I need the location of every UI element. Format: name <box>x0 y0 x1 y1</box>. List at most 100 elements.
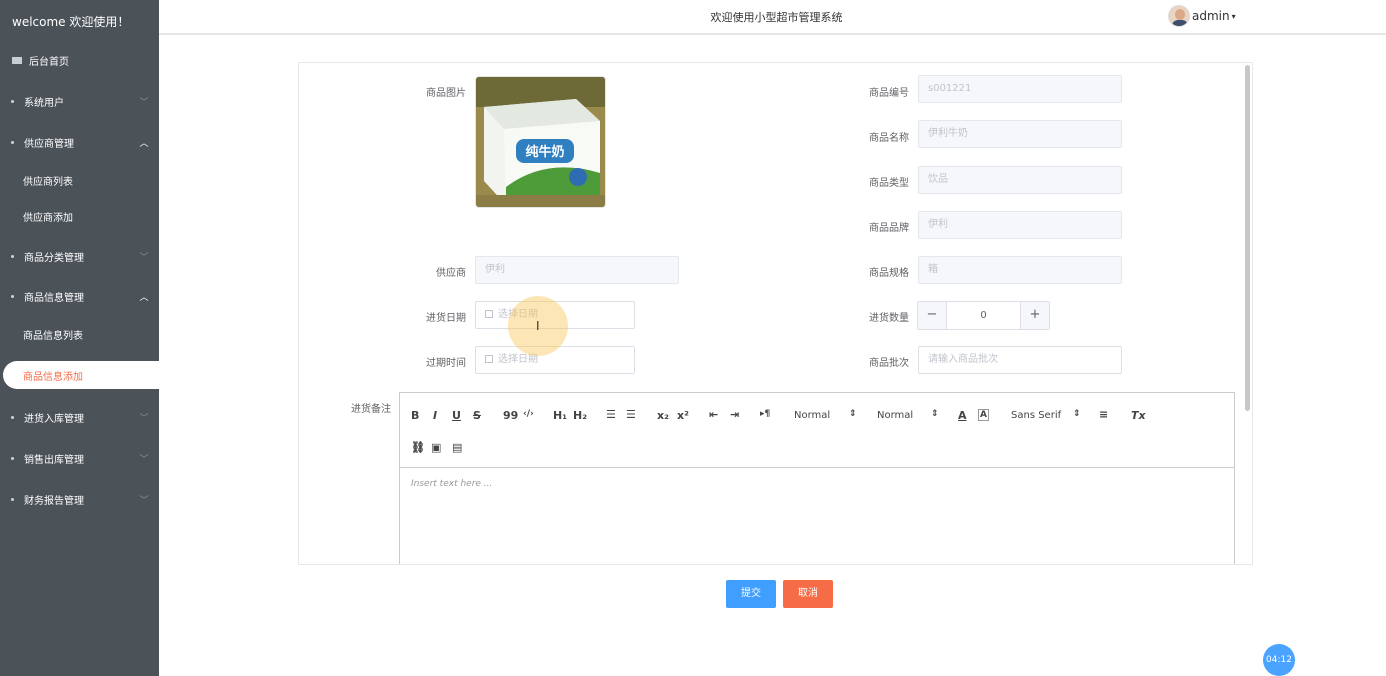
chevron-down-icon: ﹀ <box>139 454 149 465</box>
avatar <box>1168 5 1190 27</box>
spec-field[interactable]: 箱 <box>918 256 1122 284</box>
underline-button[interactable]: U <box>452 409 461 422</box>
user-menu[interactable]: admin ▾ <box>1168 5 1236 27</box>
timer-badge: 04:12 <box>1263 644 1295 676</box>
code-block-button[interactable]: ‹/› <box>523 409 534 419</box>
bullet-icon <box>11 415 14 419</box>
bullet-list-icon[interactable]: ☰ <box>626 408 636 421</box>
h2-button[interactable]: H₂ <box>573 409 587 422</box>
image-icon[interactable]: ▣ <box>431 441 441 454</box>
subscript-button[interactable]: x₂ <box>657 409 669 422</box>
bullet-icon <box>11 497 14 501</box>
size-select[interactable]: Normal <box>794 410 830 421</box>
sidebar-sub-label: 供应商列表 <box>23 176 73 188</box>
sidebar-item-label: 进货入库管理 <box>24 413 84 425</box>
sidebar-item-label: 商品分类管理 <box>24 252 84 264</box>
video-icon[interactable]: ▤ <box>452 441 462 454</box>
batch-label: 商品批次 <box>869 358 909 369</box>
sidebar-item-category-mgmt[interactable]: 商品分类管理 ﹀ <box>0 241 159 271</box>
blockquote-button[interactable]: 99 <box>503 409 518 422</box>
decrement-button[interactable]: − <box>918 302 947 329</box>
link-icon[interactable]: ⛓ <box>411 441 425 454</box>
scrollbar[interactable] <box>1245 65 1250 411</box>
quantity-stepper[interactable]: − 0 + <box>917 301 1050 330</box>
chevron-updown-icon: ⇕ <box>849 409 857 419</box>
bullet-icon <box>11 254 14 258</box>
font-select[interactable]: Sans Serif <box>1011 410 1061 421</box>
brand-title: welcome 欢迎使用！ <box>12 15 130 29</box>
expire-label: 过期时间 <box>426 358 466 369</box>
note-label: 进货备注 <box>351 404 391 415</box>
quantity-value[interactable]: 0 <box>947 302 1020 329</box>
caret-down-icon: ▾ <box>1231 11 1236 21</box>
text-cursor-icon: I <box>536 319 540 333</box>
h1-button[interactable]: H₁ <box>553 409 567 422</box>
top-header: 欢迎使用小型超市管理系统 admin ▾ <box>159 0 1386 35</box>
sidebar-item-finance[interactable]: 财务报告管理 ﹀ <box>0 484 159 514</box>
clean-format-button[interactable]: Tx <box>1131 409 1146 422</box>
type-field[interactable]: 饮品 <box>918 166 1122 194</box>
sidebar-item-label: 财务报告管理 <box>24 495 84 507</box>
sidebar-sub-product-list[interactable]: 商品信息列表 <box>0 320 159 348</box>
superscript-button[interactable]: x² <box>677 409 689 422</box>
monitor-icon <box>12 56 22 64</box>
editor-body[interactable]: Insert text here ... <box>411 479 492 489</box>
brand-field[interactable]: 伊利 <box>918 211 1122 239</box>
align-icon[interactable]: ≡ <box>1099 408 1108 421</box>
chevron-down-icon: ﹀ <box>139 252 149 263</box>
strike-button[interactable]: S <box>473 409 481 422</box>
sidebar-item-stock-in[interactable]: 进货入库管理 ﹀ <box>0 402 159 432</box>
chevron-down-icon: ﹀ <box>139 495 149 506</box>
cancel-button[interactable]: 取消 <box>783 580 833 608</box>
chevron-updown-icon: ⇕ <box>1073 409 1081 419</box>
sidebar-item-label: 供应商管理 <box>24 138 74 150</box>
sidebar-item-supplier-mgmt[interactable]: 供应商管理 ︿ <box>0 127 159 157</box>
qty-label: 进货数量 <box>869 313 909 324</box>
user-name: admin <box>1192 9 1230 23</box>
rtl-button[interactable]: ▸¶ <box>760 409 770 419</box>
sidebar-item-label: 后台首页 <box>29 56 69 68</box>
photo-label: 商品图片 <box>426 88 466 99</box>
submit-button[interactable]: 提交 <box>726 580 776 608</box>
type-label: 商品类型 <box>869 178 909 189</box>
svg-text:纯牛奶: 纯牛奶 <box>525 144 564 160</box>
supplier-field[interactable]: 伊利 <box>475 256 679 284</box>
sidebar-sub-label: 供应商添加 <box>23 212 73 224</box>
sidebar-item-label: 商品信息管理 <box>24 292 84 304</box>
indent-icon[interactable]: ⇥ <box>730 408 739 421</box>
chevron-down-icon: ﹀ <box>139 413 149 424</box>
bullet-icon <box>11 294 14 298</box>
sidebar-item-product-mgmt[interactable]: 商品信息管理 ︿ <box>0 281 159 311</box>
supplier-label: 供应商 <box>436 268 466 279</box>
calendar-icon <box>485 310 493 318</box>
outdent-icon[interactable]: ⇤ <box>709 408 718 421</box>
bold-button[interactable]: B <box>411 409 419 422</box>
sidebar-sub-supplier-add[interactable]: 供应商添加 <box>0 202 159 230</box>
sidebar-sub-label: 商品信息添加 <box>23 371 83 383</box>
font-color-icon[interactable]: A <box>958 409 967 422</box>
product-photo[interactable]: 纯牛奶 <box>475 76 606 208</box>
chevron-down-icon: ﹀ <box>139 97 149 108</box>
background-color-icon[interactable]: A <box>978 409 989 421</box>
code-label: 商品编号 <box>869 88 909 99</box>
batch-input[interactable]: 请输入商品批次 <box>918 346 1122 374</box>
sidebar-item-stock-out[interactable]: 销售出库管理 ﹀ <box>0 443 159 473</box>
italic-button[interactable]: I <box>433 409 437 422</box>
sidebar-sub-product-add[interactable]: 商品信息添加 <box>3 361 159 389</box>
code-field[interactable]: s001221 <box>918 75 1122 103</box>
rich-text-editor: B I U S 99 ‹/› H₁ H₂ ☰ ☰ x₂ x² ⇤ ⇥ ▸¶ No… <box>399 392 1235 564</box>
bullet-icon <box>11 456 14 460</box>
sidebar: welcome 欢迎使用！ 后台首页 系统用户 ﹀ 供应商管理 ︿ 供应商列表 … <box>0 0 159 676</box>
sidebar-item-home[interactable]: 后台首页 <box>0 46 159 74</box>
brand-label: 商品品牌 <box>869 223 909 234</box>
name-field[interactable]: 伊利牛奶 <box>918 120 1122 148</box>
sidebar-sub-label: 商品信息列表 <box>23 330 83 342</box>
chevron-updown-icon: ⇕ <box>931 409 939 419</box>
header-select[interactable]: Normal <box>877 410 913 421</box>
ordered-list-icon[interactable]: ☰ <box>606 408 616 421</box>
increment-button[interactable]: + <box>1020 302 1049 329</box>
calendar-icon <box>485 355 493 363</box>
sidebar-sub-supplier-list[interactable]: 供应商列表 <box>0 166 159 194</box>
chevron-up-icon: ︿ <box>139 138 149 149</box>
sidebar-item-system-users[interactable]: 系统用户 ﹀ <box>0 86 159 116</box>
